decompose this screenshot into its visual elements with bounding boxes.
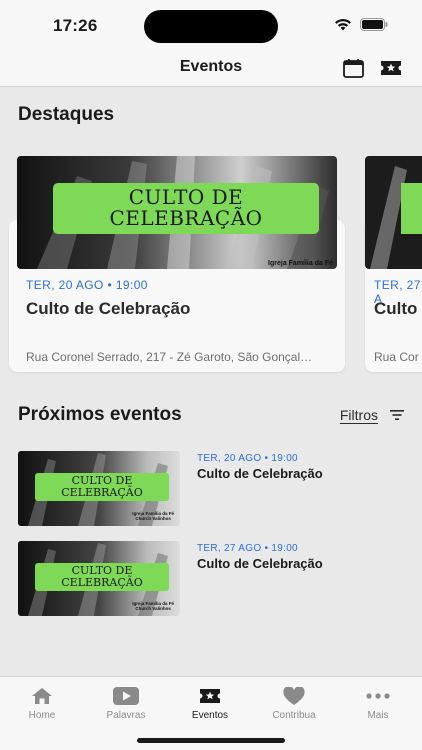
event-title: Culto de Celebração	[197, 556, 323, 571]
banner-text-line2: CELEBRAÇÃO	[61, 576, 143, 589]
wifi-icon	[335, 19, 351, 31]
filter-icon	[390, 410, 404, 420]
event-list-item[interactable]: CULTO DE CELEBRAÇÃO Igreja Família da Fé…	[18, 541, 404, 616]
tab-palavras[interactable]: Palavras	[84, 685, 168, 725]
section-title-featured: Destaques	[18, 104, 115, 125]
event-thumbnail: CULTO DE CELEBRAÇÃO Igreja Família da Fé…	[18, 451, 180, 526]
nav-bar: Eventos	[0, 50, 422, 87]
play-icon	[113, 687, 139, 705]
event-date: TER, 27 AGO • 19:00	[197, 543, 298, 554]
event-address: Rua Coronel Serrado, 217 - Zé Garoto, Sã…	[26, 350, 313, 364]
event-list-item[interactable]: CULTO DE CELEBRAÇÃO Igreja Família da Fé…	[18, 451, 404, 526]
calendar-button[interactable]	[340, 56, 366, 80]
church-tag: Igreja Família da Fé	[268, 260, 333, 267]
event-title: Culto de Celebração	[26, 299, 191, 318]
battery-icon	[360, 18, 388, 31]
home-icon	[32, 688, 52, 704]
featured-card-image[interactable]: CULTO DE CELEBRAÇÃO Igreja Família da Fé	[17, 156, 337, 269]
filter-label: Filtros	[339, 407, 378, 423]
tab-label: Mais	[367, 710, 389, 721]
event-address: Rua Cor	[374, 350, 419, 364]
calendar-icon	[342, 58, 364, 78]
screen: 17:26 Eventos Destaques CULTO DE CELEBRA…	[0, 0, 422, 750]
tab-home[interactable]: Home	[0, 685, 84, 725]
featured-carousel[interactable]: CULTO DE CELEBRAÇÃO Igreja Família da Fé…	[0, 156, 422, 374]
heart-icon	[283, 686, 305, 705]
church-tag-sub: Church Valinhos	[135, 606, 171, 611]
tickets-button[interactable]	[378, 56, 404, 80]
section-title-upcoming: Próximos eventos	[18, 404, 182, 425]
banner-text-line2: CELEBRAÇÃO	[109, 206, 263, 230]
event-title: Culto	[374, 299, 418, 318]
featured-card-image[interactable]	[365, 156, 422, 269]
tab-mais[interactable]: Mais	[336, 685, 420, 725]
status-time: 17:26	[53, 16, 98, 35]
ticket-icon	[200, 689, 220, 703]
tab-eventos[interactable]: Eventos	[168, 685, 252, 725]
home-indicator[interactable]	[137, 738, 285, 743]
event-title: Culto de Celebração	[197, 466, 323, 481]
filter-button[interactable]: Filtros	[340, 407, 404, 423]
status-icons	[334, 18, 388, 31]
status-bar: 17:26	[0, 0, 422, 50]
tab-label: Contribua	[272, 710, 316, 721]
tab-label: Palavras	[106, 710, 146, 721]
tab-label: Eventos	[191, 710, 229, 721]
event-banner-image	[365, 156, 422, 269]
banner-text-line2: CELEBRAÇÃO	[61, 486, 143, 499]
church-tag-sub: Church Valinhos	[135, 516, 171, 521]
more-icon	[366, 693, 390, 699]
event-date: TER, 20 AGO • 19:00	[197, 453, 298, 464]
dynamic-island	[144, 10, 278, 43]
tab-label: Home	[28, 710, 56, 721]
ticket-icon	[381, 61, 401, 75]
event-thumbnail: CULTO DE CELEBRAÇÃO Igreja Família da Fé…	[18, 541, 180, 616]
tab-contribua[interactable]: Contribua	[252, 685, 336, 725]
banner-text-line1: CULTO DE	[128, 185, 244, 209]
event-date: TER, 20 AGO • 19:00	[26, 278, 148, 292]
